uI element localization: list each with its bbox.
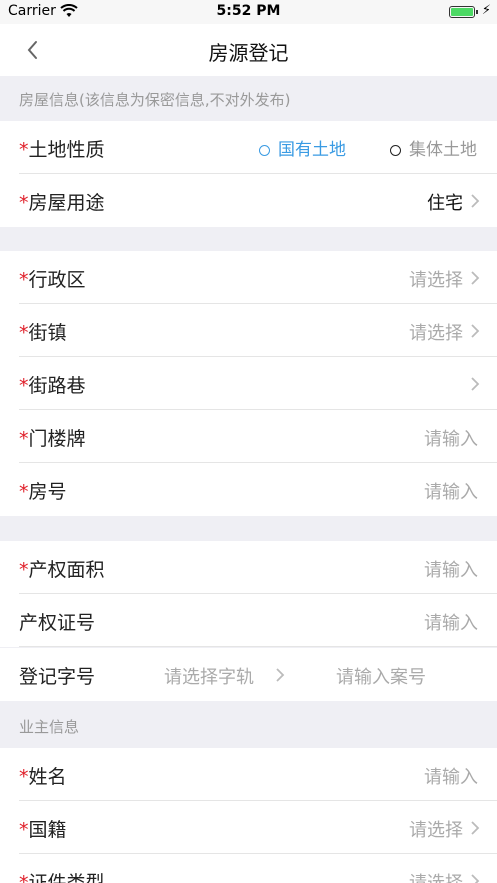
chevron-right-icon xyxy=(470,323,480,339)
id-type-value: 请选择 xyxy=(409,869,463,883)
status-bar: Carrier 5:52 PM ⚡ xyxy=(0,0,497,24)
section-header-owner: 业主信息 xyxy=(0,703,497,748)
radio-state-land[interactable]: 国有土地 xyxy=(259,135,346,160)
room-no-label: 房号 xyxy=(28,481,67,503)
house-use-value: 住宅 xyxy=(427,193,463,214)
case-no-input[interactable]: 请输入案号 xyxy=(336,663,426,689)
chevron-right-icon xyxy=(275,667,285,687)
battery-tip xyxy=(476,10,478,14)
required-mark: * xyxy=(19,139,29,161)
clock: 5:52 PM xyxy=(216,3,281,19)
land-nature-label: 土地性质 xyxy=(28,139,105,161)
required-mark: * xyxy=(19,559,29,581)
door-plate-input[interactable]: 请输入 xyxy=(424,425,478,451)
row-street[interactable]: *街路巷 xyxy=(0,357,497,410)
area-input[interactable]: 请输入 xyxy=(424,556,478,582)
radio-collective-land-label: 集体土地 xyxy=(409,140,477,160)
area-label: 产权面积 xyxy=(28,559,105,581)
required-mark: * xyxy=(19,375,29,397)
cert-no-input[interactable]: 请输入 xyxy=(424,609,478,635)
section-gap xyxy=(0,227,497,251)
navigation-bar: 房源登记 xyxy=(0,24,497,76)
radio-collective-land[interactable]: 集体土地 xyxy=(390,135,477,160)
district-value: 请选择 xyxy=(409,270,463,291)
required-mark: * xyxy=(19,872,29,883)
required-mark: * xyxy=(19,269,29,291)
row-cert-no[interactable]: 产权证号 请输入 xyxy=(0,594,497,647)
room-no-input[interactable]: 请输入 xyxy=(424,478,478,504)
required-mark: * xyxy=(19,766,29,788)
required-mark: * xyxy=(19,819,29,841)
door-plate-label: 门楼牌 xyxy=(28,428,86,450)
required-mark: * xyxy=(19,481,29,503)
row-nationality[interactable]: *国籍 请选择 xyxy=(0,801,497,854)
row-door-plate[interactable]: *门楼牌 请输入 xyxy=(0,410,497,463)
page-title: 房源登记 xyxy=(208,41,289,65)
row-land-nature: *土地性质 国有土地 集体土地 xyxy=(0,121,497,174)
chevron-right-icon xyxy=(470,873,480,883)
charging-icon: ⚡ xyxy=(481,3,491,18)
row-town[interactable]: *街镇 请选择 xyxy=(0,304,497,357)
radio-state-land-label: 国有土地 xyxy=(278,140,346,160)
town-label: 街镇 xyxy=(28,322,67,344)
row-house-use[interactable]: *房屋用途 住宅 xyxy=(0,174,497,227)
row-district[interactable]: *行政区 请选择 xyxy=(0,251,497,304)
owner-name-label: 姓名 xyxy=(28,766,67,788)
chevron-right-icon xyxy=(470,270,480,286)
chevron-right-icon xyxy=(470,193,480,209)
required-mark: * xyxy=(19,322,29,344)
chevron-right-icon xyxy=(470,376,480,392)
divider xyxy=(19,646,497,647)
row-room-no[interactable]: *房号 请输入 xyxy=(0,463,497,516)
row-id-type[interactable]: *证件类型 请选择 xyxy=(0,854,497,883)
cert-no-label: 产权证号 xyxy=(19,612,96,634)
reg-no-label: 登记字号 xyxy=(19,666,96,688)
nationality-value: 请选择 xyxy=(409,820,463,841)
required-mark: * xyxy=(19,428,29,450)
radio-circle-icon xyxy=(259,144,270,156)
row-owner-name[interactable]: *姓名 请输入 xyxy=(0,748,497,801)
radio-circle-icon xyxy=(390,144,401,156)
section-gap xyxy=(0,516,497,541)
required-mark: * xyxy=(19,192,29,214)
town-value: 请选择 xyxy=(409,323,463,344)
nationality-label: 国籍 xyxy=(28,819,67,841)
chevron-right-icon xyxy=(470,820,480,836)
row-area[interactable]: *产权面积 请输入 xyxy=(0,541,497,594)
house-use-label: 房屋用途 xyxy=(28,192,105,214)
id-type-label: 证件类型 xyxy=(28,872,105,883)
district-label: 行政区 xyxy=(28,269,86,291)
reg-track-select[interactable]: 请选择字轨 xyxy=(164,663,254,689)
section-header-house: 房屋信息(该信息为保密信息,不对外发布) xyxy=(0,76,497,124)
row-reg-no: 登记字号 请选择字轨 请输入案号 xyxy=(0,648,497,701)
owner-name-input[interactable]: 请输入 xyxy=(424,763,478,789)
battery-icon xyxy=(449,6,475,18)
street-label: 街路巷 xyxy=(28,375,86,397)
